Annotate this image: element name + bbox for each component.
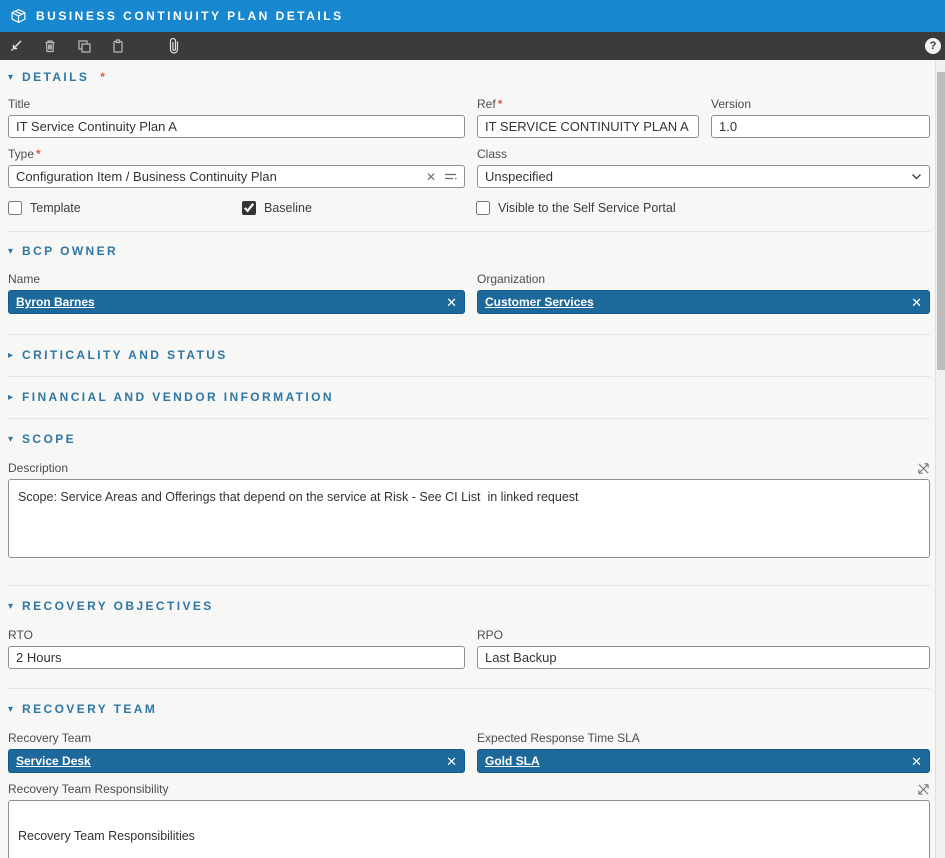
section-title: BCP OWNER	[22, 244, 118, 258]
template-checkbox[interactable]	[8, 201, 22, 215]
recovery-team-link[interactable]: Service Desk	[16, 754, 91, 768]
class-select[interactable]: Unspecified	[477, 165, 930, 188]
collapse-arrow-icon[interactable]	[6, 36, 26, 56]
ref-label: Ref*	[477, 97, 699, 111]
clear-icon[interactable]: ✕	[446, 755, 457, 768]
clear-icon[interactable]: ✕	[426, 171, 436, 183]
template-checkbox-label: Template	[30, 201, 81, 215]
attachment-icon[interactable]	[164, 36, 184, 56]
rpo-input[interactable]	[477, 646, 930, 669]
recovery-team-label: Recovery Team	[8, 731, 465, 745]
section-title: SCOPE	[22, 432, 76, 446]
responsibility-label: Recovery Team Responsibility	[8, 782, 169, 796]
ssp-checkbox-label: Visible to the Self Service Portal	[498, 201, 676, 215]
section-header-details[interactable]: ▾ DETAILS *	[8, 70, 930, 84]
section-title: RECOVERY OBJECTIVES	[22, 599, 214, 613]
rto-input[interactable]	[8, 646, 465, 669]
chevron-right-icon: ▸	[8, 392, 13, 403]
clear-icon[interactable]: ✕	[911, 755, 922, 768]
scrollbar-thumb[interactable]	[937, 72, 945, 370]
window-titlebar: BUSINESS CONTINUITY PLAN DETAILS	[0, 0, 945, 32]
organization-link[interactable]: Customer Services	[485, 295, 594, 309]
baseline-checkbox[interactable]	[242, 201, 256, 215]
chevron-down-icon: ▾	[8, 704, 13, 715]
paste-icon[interactable]	[108, 36, 128, 56]
required-marker: *	[100, 70, 107, 84]
help-button[interactable]: ?	[925, 38, 941, 54]
expand-icon[interactable]	[917, 783, 930, 796]
organization-field[interactable]: Customer Services ✕	[477, 290, 930, 314]
class-selected-value: Unspecified	[485, 169, 553, 184]
section-header-recovery-objectives[interactable]: ▾ RECOVERY OBJECTIVES	[8, 599, 930, 613]
chevron-right-icon: ▸	[8, 350, 13, 361]
type-input[interactable]	[8, 165, 465, 188]
browse-list-icon[interactable]	[444, 171, 457, 182]
title-input[interactable]	[8, 115, 465, 138]
ref-input[interactable]	[477, 115, 699, 138]
class-label: Class	[477, 147, 930, 161]
chevron-down-icon: ▾	[8, 434, 13, 445]
cube-icon	[10, 8, 27, 25]
ssp-visible-checkbox[interactable]	[476, 201, 490, 215]
bcp-owner-name-field[interactable]: Byron Barnes ✕	[8, 290, 465, 314]
response-sla-field[interactable]: Gold SLA ✕	[477, 749, 930, 773]
version-input[interactable]	[711, 115, 930, 138]
chevron-down-icon: ▾	[8, 601, 13, 612]
title-label: Title	[8, 97, 465, 111]
baseline-checkbox-row: Baseline	[242, 201, 476, 215]
rpo-label: RPO	[477, 628, 930, 642]
organization-label: Organization	[477, 272, 930, 286]
ssp-checkbox-row: Visible to the Self Service Portal	[476, 201, 676, 215]
section-header-recovery-team[interactable]: ▾ RECOVERY TEAM	[8, 702, 930, 716]
section-title: FINANCIAL AND VENDOR INFORMATION	[22, 390, 334, 404]
bcp-owner-name-link[interactable]: Byron Barnes	[16, 295, 95, 309]
template-checkbox-row: Template	[8, 201, 242, 215]
recovery-team-field[interactable]: Service Desk ✕	[8, 749, 465, 773]
clear-icon[interactable]: ✕	[446, 296, 457, 309]
section-header-criticality[interactable]: ▸ CRITICALITY AND STATUS	[8, 348, 930, 362]
expand-icon[interactable]	[917, 462, 930, 475]
section-title: CRITICALITY AND STATUS	[22, 348, 228, 362]
chevron-down-icon	[911, 173, 922, 180]
toolbar: ?	[0, 32, 945, 60]
chevron-down-icon: ▾	[8, 72, 13, 83]
response-sla-link[interactable]: Gold SLA	[485, 754, 540, 768]
vertical-scrollbar[interactable]	[935, 60, 945, 858]
description-textarea[interactable]: Scope: Service Areas and Offerings that …	[8, 479, 930, 558]
delete-icon[interactable]	[40, 36, 60, 56]
rto-label: RTO	[8, 628, 465, 642]
clear-icon[interactable]: ✕	[911, 296, 922, 309]
section-title: DETAILS	[22, 70, 89, 84]
page-title: BUSINESS CONTINUITY PLAN DETAILS	[36, 9, 344, 23]
baseline-checkbox-label: Baseline	[264, 201, 312, 215]
description-label: Description	[8, 461, 68, 475]
copy-icon[interactable]	[74, 36, 94, 56]
responsibility-textarea[interactable]: Recovery Team Responsibilities	[8, 800, 930, 858]
type-label: Type*	[8, 147, 465, 161]
section-title: RECOVERY TEAM	[22, 702, 157, 716]
version-label: Version	[711, 97, 930, 111]
chevron-down-icon: ▾	[8, 246, 13, 257]
form-content: ▾ DETAILS * Title Ref* Version Type* ✕	[0, 70, 935, 858]
section-header-financial[interactable]: ▸ FINANCIAL AND VENDOR INFORMATION	[8, 390, 930, 404]
response-sla-label: Expected Response Time SLA	[477, 731, 930, 745]
section-header-scope[interactable]: ▾ SCOPE	[8, 432, 930, 446]
name-label: Name	[8, 272, 465, 286]
section-header-bcp-owner[interactable]: ▾ BCP OWNER	[8, 244, 930, 258]
